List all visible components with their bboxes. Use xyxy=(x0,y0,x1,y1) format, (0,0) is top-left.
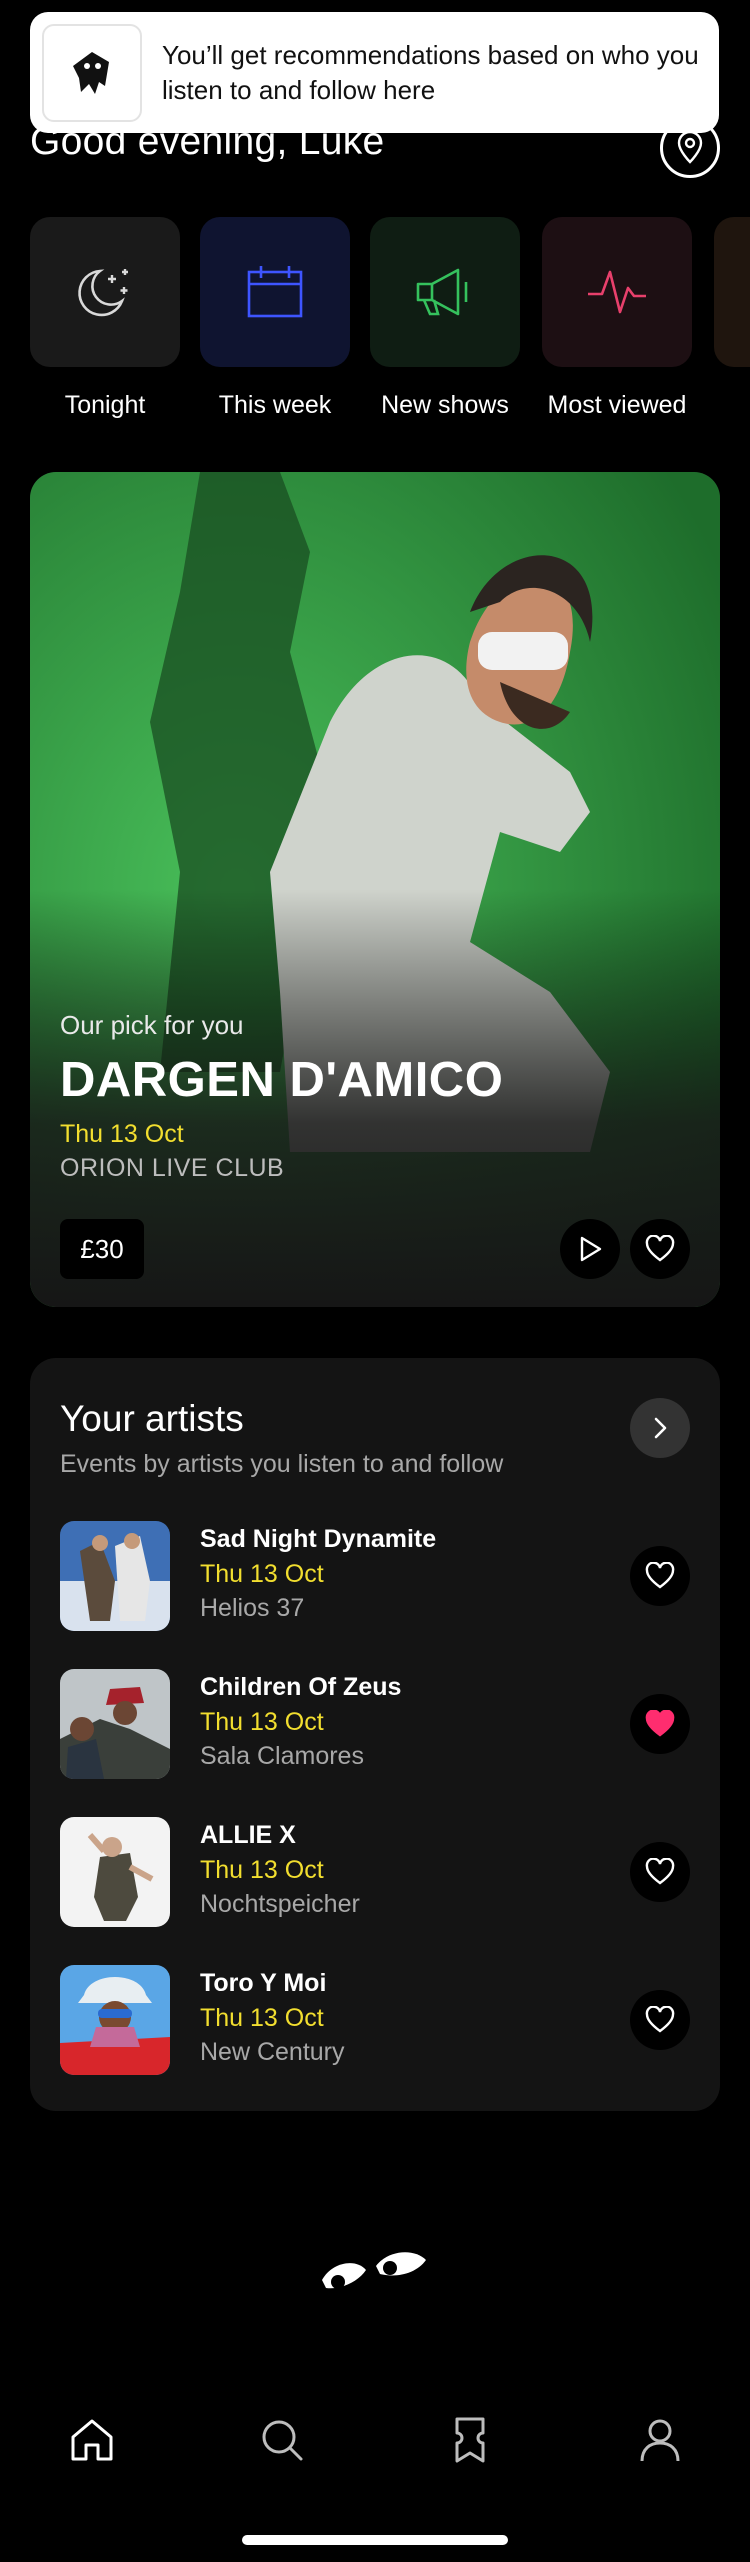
category-tile xyxy=(370,217,520,367)
category-most-viewed[interactable]: Most viewed xyxy=(542,217,692,420)
category-label: This week xyxy=(218,391,332,419)
section-title: Your artists xyxy=(60,1398,244,1439)
tab-home[interactable] xyxy=(62,2410,122,2470)
artist-thumbnail xyxy=(60,1817,170,1927)
toast-message: You’ll get recommendations based on who … xyxy=(162,39,699,105)
heart-outline-icon xyxy=(645,1562,675,1589)
event-date: Thu 13 Oct xyxy=(200,1560,324,1588)
artist-name: Toro Y Moi xyxy=(200,1969,327,1997)
event-venue: Nochtspeicher xyxy=(200,1890,360,1918)
ghost-mascot-icon xyxy=(42,23,142,122)
artist-thumbnail xyxy=(60,1521,170,1631)
tab-tickets[interactable] xyxy=(440,2410,500,2470)
moon-stars-icon xyxy=(78,269,128,317)
category-tile xyxy=(200,217,350,367)
artist-row[interactable]: Children Of Zeus Thu 13 Oct Sala Clamore… xyxy=(60,1669,690,1779)
brand-eyes-logo xyxy=(322,2252,426,2289)
home-indicator[interactable] xyxy=(242,2535,508,2545)
artist-row[interactable]: ALLIE X Thu 13 Oct Nochtspeicher xyxy=(60,1817,690,1927)
tickets-icon xyxy=(455,2417,485,2463)
favorite-button[interactable] xyxy=(630,1546,690,1606)
heart-outline-icon xyxy=(645,1235,675,1262)
category-carousel[interactable]: Tonight This week New shows Most viewed xyxy=(30,217,750,427)
event-venue: Helios 37 xyxy=(200,1594,305,1622)
calendar-icon xyxy=(247,266,303,318)
search-icon xyxy=(262,2420,303,2461)
profile-icon xyxy=(640,2419,680,2462)
artist-thumbnail xyxy=(60,1669,170,1779)
category-label: Tonight xyxy=(64,391,146,419)
hero-eyebrow: Our pick for you xyxy=(60,1010,244,1040)
heart-outline-icon xyxy=(645,2006,675,2033)
artist-thumbnail xyxy=(60,1965,170,2075)
event-date: Thu 13 Oct xyxy=(200,1856,324,1884)
category-this-week[interactable]: This week xyxy=(200,217,350,420)
tab-profile[interactable] xyxy=(630,2410,690,2470)
price-badge[interactable]: £30 xyxy=(60,1219,144,1279)
category-label: New shows xyxy=(381,391,509,419)
favorite-button-active[interactable] xyxy=(630,1694,690,1754)
your-artists-section: Your artists Events by artists you liste… xyxy=(30,1358,720,2111)
artist-name: Children Of Zeus xyxy=(200,1673,402,1701)
hero-date: Thu 13 Oct xyxy=(60,1120,184,1148)
artist-name: ALLIE X xyxy=(200,1821,296,1849)
favorite-button[interactable] xyxy=(630,1990,690,2050)
recommendation-toast[interactable]: You’ll get recommendations based on who … xyxy=(30,12,719,133)
event-date: Thu 13 Oct xyxy=(200,1708,324,1736)
event-venue: Sala Clamores xyxy=(200,1742,364,1770)
category-next-partial[interactable] xyxy=(714,217,750,367)
app-screen: You’ll get recommendations based on who … xyxy=(0,0,750,2562)
event-date: Thu 13 Oct xyxy=(200,2004,324,2032)
pulse-icon xyxy=(588,270,646,314)
artist-row[interactable]: Toro Y Moi Thu 13 Oct New Century xyxy=(60,1965,690,2075)
home-icon xyxy=(71,2419,113,2461)
heart-filled-icon xyxy=(645,1710,675,1737)
tab-search[interactable] xyxy=(252,2410,312,2470)
category-label: Most viewed xyxy=(547,391,687,419)
see-all-button[interactable] xyxy=(630,1398,690,1458)
category-tile xyxy=(542,217,692,367)
hero-venue: ORION LIVE CLUB xyxy=(60,1154,285,1182)
location-pin-icon xyxy=(677,131,703,164)
favorite-button[interactable] xyxy=(630,1842,690,1902)
megaphone-icon xyxy=(416,268,468,316)
category-tonight[interactable]: Tonight xyxy=(30,217,180,420)
play-button[interactable] xyxy=(560,1219,620,1279)
category-new-shows[interactable]: New shows xyxy=(370,217,520,420)
category-tile xyxy=(714,217,750,367)
favorite-button[interactable] xyxy=(630,1219,690,1279)
artist-name: Sad Night Dynamite xyxy=(200,1525,437,1553)
artist-row[interactable]: Sad Night Dynamite Thu 13 Oct Helios 37 xyxy=(60,1521,690,1631)
section-subtitle: Events by artists you listen to and foll… xyxy=(60,1450,504,1478)
event-venue: New Century xyxy=(200,2038,345,2066)
chevron-right-icon xyxy=(654,1417,667,1439)
featured-event-card[interactable]: Our pick for you DARGEN D'AMICO Thu 13 O… xyxy=(30,472,720,1307)
category-tile xyxy=(30,217,180,367)
play-icon xyxy=(580,1236,602,1262)
hero-artist-name: DARGEN D'AMICO xyxy=(60,1053,504,1107)
heart-outline-icon xyxy=(645,1858,675,1885)
